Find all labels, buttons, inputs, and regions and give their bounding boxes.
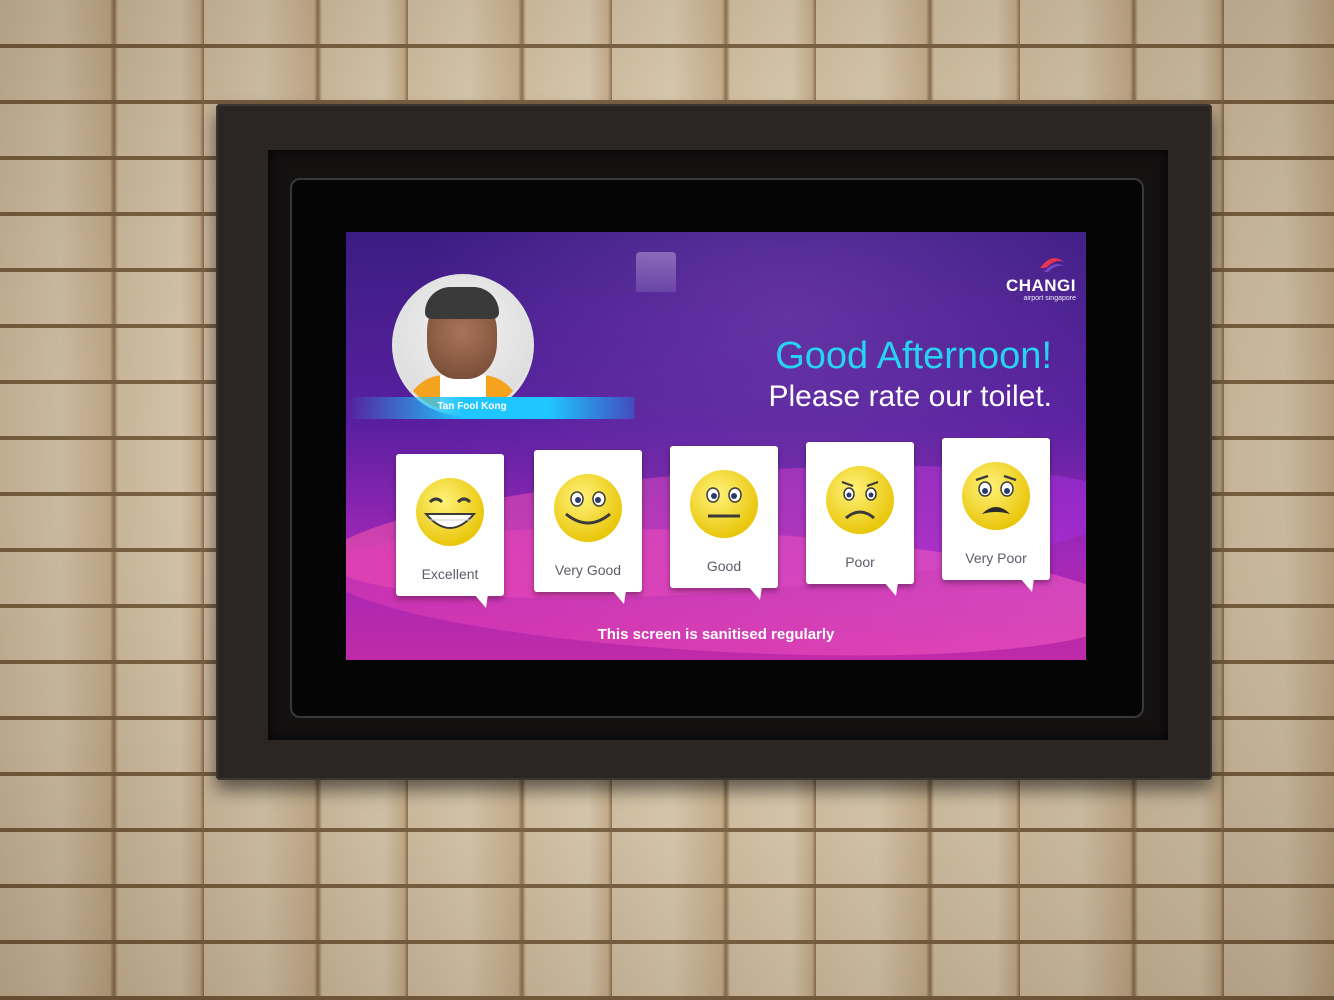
feedback-screen: CHANGI airport singapore Tan Fool Kong G… — [346, 232, 1086, 660]
attendant-hair — [425, 287, 499, 319]
changi-logo-icon — [1040, 258, 1064, 272]
attendant-name-bar: Tan Fool Kong — [352, 397, 634, 419]
changi-logo: CHANGI airport singapore — [976, 254, 1076, 302]
rating-label: Excellent — [421, 566, 479, 582]
greeting-heading: Good Afternoon! — [775, 335, 1052, 377]
rating-options: Excellent Very Good Good Poor Very Poor — [394, 438, 1054, 608]
brand-subtitle: airport singapore — [1023, 295, 1076, 302]
rating-excellent-button[interactable]: Excellent — [396, 454, 504, 608]
grinning-face-icon — [416, 478, 484, 546]
rating-very-poor-button[interactable]: Very Poor — [942, 438, 1050, 592]
rating-good-button[interactable]: Good — [670, 446, 778, 600]
rating-prompt: Please rate our toilet. — [768, 380, 1053, 413]
rating-label: Very Poor — [965, 550, 1027, 566]
rating-label: Poor — [845, 554, 875, 570]
rating-label: Very Good — [554, 562, 622, 578]
rating-label: Good — [706, 558, 742, 574]
attendant-name: Tan Fool Kong — [437, 401, 507, 412]
attendant-photo — [392, 274, 534, 416]
reflection-lamp — [636, 252, 676, 292]
sanitised-notice: This screen is sanitised regularly — [597, 626, 835, 643]
brand-name: CHANGI — [1005, 276, 1076, 295]
rating-very-good-button[interactable]: Very Good — [534, 450, 642, 604]
neutral-face-icon — [690, 470, 758, 538]
frowning-face-icon — [826, 466, 894, 534]
rating-poor-button[interactable]: Poor — [806, 442, 914, 596]
smiling-face-icon — [554, 474, 622, 542]
worried-face-icon — [962, 462, 1030, 530]
